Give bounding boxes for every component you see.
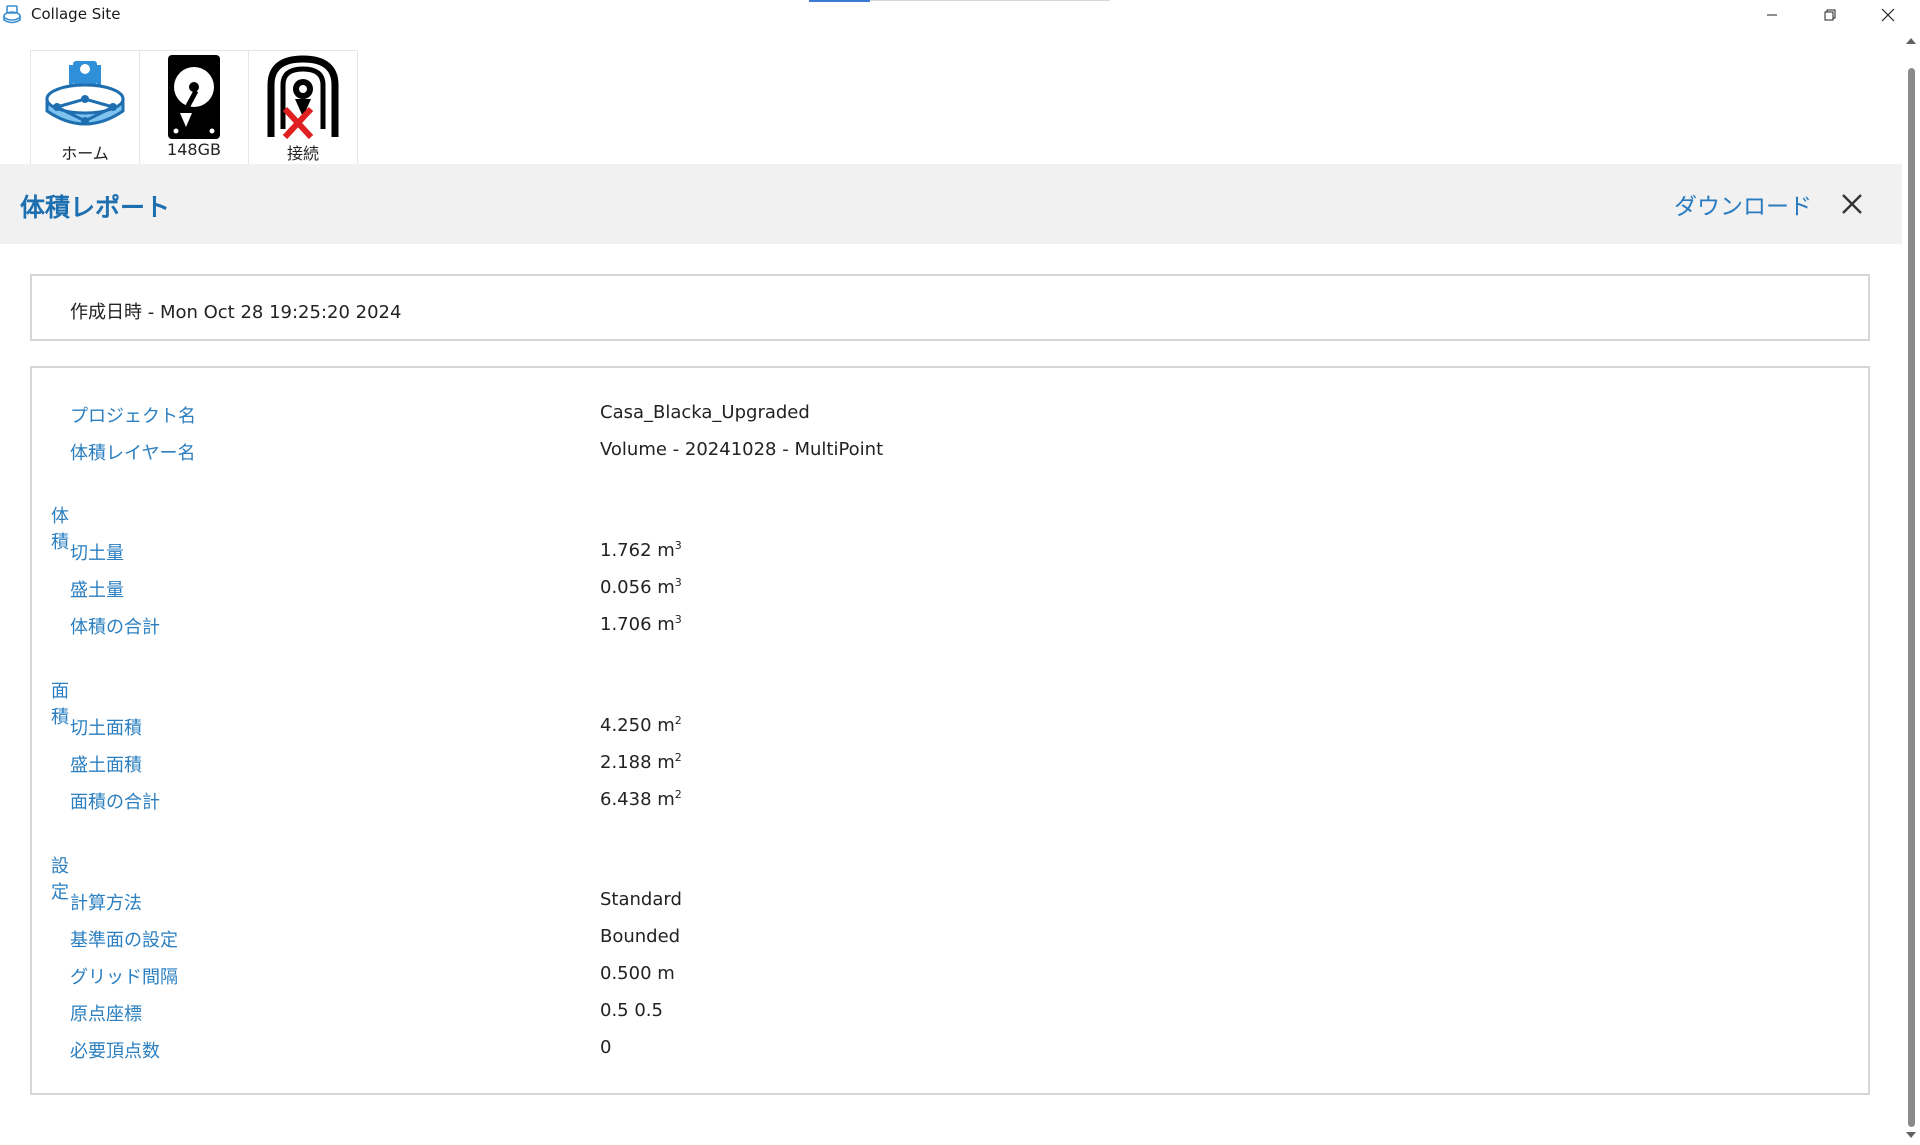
- toolbar-storage-label: 148GB: [167, 140, 221, 159]
- base-surface-label: 基準面の設定: [70, 930, 178, 951]
- disconnected-receiver-icon: [267, 55, 339, 139]
- site-collage-icon: [3, 5, 21, 24]
- download-link[interactable]: ダウンロード: [1674, 187, 1812, 221]
- close-icon[interactable]: [1840, 192, 1864, 216]
- report-header: 体積レポート ダウンロード: [0, 164, 1902, 244]
- volume-layer-label: 体積レイヤー名: [70, 443, 196, 464]
- toolbar-connect-button[interactable]: 接続: [248, 50, 358, 170]
- calc-method-value: Standard: [600, 889, 682, 910]
- total-volume-label: 体積の合計: [70, 617, 160, 638]
- report-details-card: プロジェクト名 Casa_Blacka_Upgraded 体積レイヤー名 Vol…: [30, 366, 1870, 1095]
- title-accent-line: [809, 0, 870, 2]
- storage-drive-icon: [168, 55, 220, 139]
- scroll-down-arrow-icon[interactable]: [1905, 1130, 1917, 1140]
- origin-coords-label: 原点座標: [70, 1004, 142, 1025]
- volume-layer-value: Volume - 20241028 - MultiPoint: [600, 439, 884, 460]
- created-timestamp: 作成日時 - Mon Oct 28 19:25:20 2024: [70, 302, 402, 323]
- scroll-up-arrow-icon[interactable]: [1905, 36, 1917, 46]
- origin-coords-value: 0.5 0.5: [600, 1000, 663, 1021]
- window-title: Collage Site: [31, 5, 121, 23]
- cut-area-label: 切土面積: [70, 718, 142, 739]
- toolbar-connect-label: 接続: [286, 144, 319, 163]
- title-divider-line: [870, 0, 1110, 1]
- toolbar-home-label: ホーム: [61, 144, 109, 163]
- page-title: 体積レポート: [20, 193, 171, 222]
- grid-spacing-label: グリッド間隔: [70, 967, 178, 988]
- fill-area-value: 2.188 m2: [600, 751, 682, 773]
- fill-area-label: 盛土面積: [70, 755, 142, 776]
- toolbar-home-button[interactable]: ホーム: [30, 50, 139, 170]
- close-window-button[interactable]: [1859, 0, 1917, 30]
- vertical-scrollbar[interactable]: [1902, 30, 1920, 1145]
- scrollbar-thumb[interactable]: [1908, 68, 1915, 1127]
- restore-button[interactable]: [1801, 0, 1859, 30]
- grid-spacing-value: 0.500 m: [600, 963, 675, 984]
- minimize-icon: [1767, 14, 1777, 16]
- restore-icon: [1824, 9, 1836, 21]
- calc-method-label: 計算方法: [70, 893, 142, 914]
- fill-volume-value: 0.056 m3: [600, 576, 682, 598]
- toolbar-storage-button[interactable]: 148GB: [139, 50, 248, 170]
- close-icon: [1881, 8, 1895, 22]
- cut-area-value: 4.250 m2: [600, 714, 682, 736]
- total-area-value: 6.438 m2: [600, 788, 682, 810]
- base-surface-value: Bounded: [600, 926, 681, 947]
- area-heading: 面積: [51, 681, 69, 728]
- cut-volume-label: 切土量: [70, 543, 124, 564]
- window-titlebar: Collage Site: [0, 0, 1920, 30]
- cut-volume-value: 1.762 m3: [600, 539, 682, 561]
- settings-heading: 設定: [51, 856, 69, 903]
- required-points-value: 0: [600, 1037, 612, 1058]
- fill-volume-label: 盛土量: [70, 580, 124, 601]
- volume-heading: 体積: [51, 506, 69, 553]
- total-area-label: 面積の合計: [70, 792, 160, 813]
- home-site-icon: [45, 61, 125, 126]
- project-name-label: プロジェクト名: [70, 406, 196, 427]
- project-name-value: Casa_Blacka_Upgraded: [600, 402, 810, 423]
- minimize-button[interactable]: [1743, 0, 1801, 30]
- required-points-label: 必要頂点数: [70, 1041, 160, 1062]
- main-toolbar: ホーム 148GB 接続: [30, 50, 358, 170]
- total-volume-value: 1.706 m3: [600, 613, 682, 635]
- created-date-card: 作成日時 - Mon Oct 28 19:25:20 2024: [30, 274, 1870, 341]
